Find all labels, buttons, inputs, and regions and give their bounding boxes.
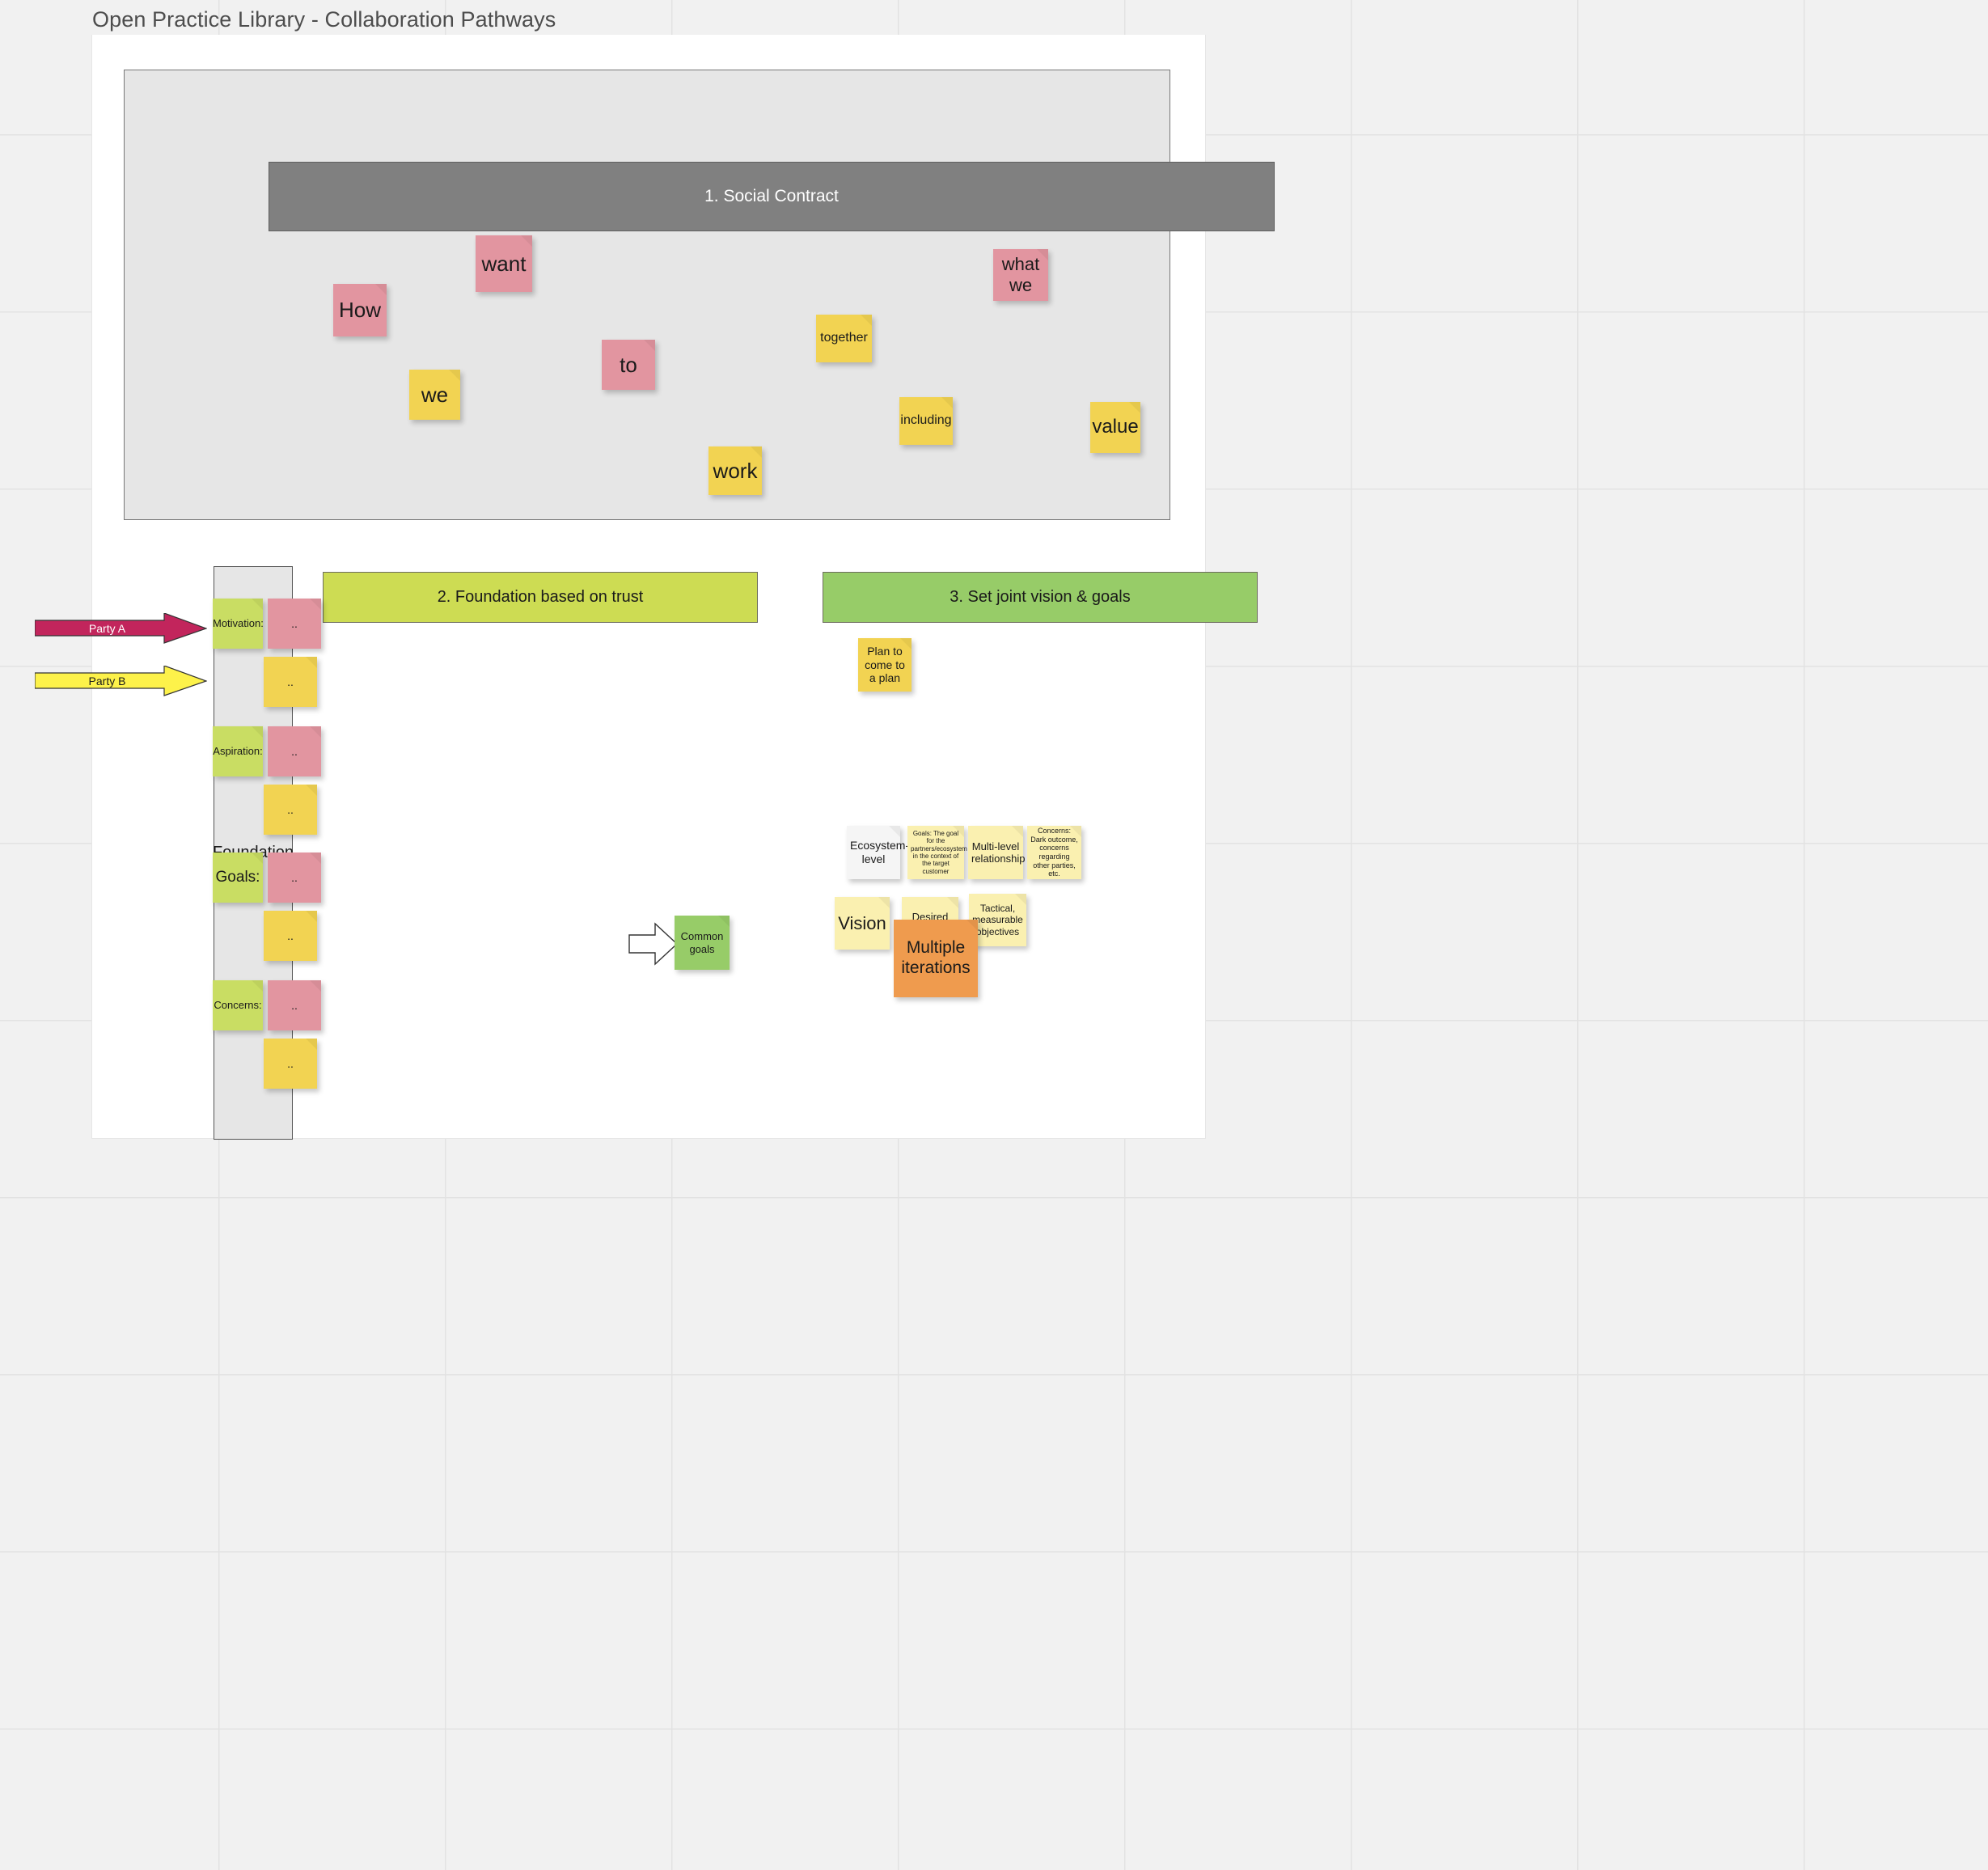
note-fold-corner-icon bbox=[306, 785, 317, 796]
page-title: Open Practice Library - Collaboration Pa… bbox=[92, 7, 556, 32]
foundation-party-b-note-2-text: .. bbox=[287, 929, 294, 942]
note-fold-corner-icon bbox=[861, 315, 872, 326]
social-contract-note-4-text: to bbox=[620, 352, 637, 377]
common-goals-note[interactable]: Common goals bbox=[675, 916, 730, 970]
foundation-party-a-note-3-text: .. bbox=[291, 998, 298, 1012]
note-fold-corner-icon bbox=[947, 897, 958, 908]
foundation-label-note-0[interactable]: Motivation: bbox=[213, 599, 264, 649]
social-contract-note-0-text: want bbox=[481, 251, 527, 276]
note-fold-corner-icon bbox=[306, 911, 317, 922]
social-contract-note-8[interactable]: work bbox=[708, 446, 762, 495]
foundation-party-a-note-2[interactable]: .. bbox=[268, 852, 321, 903]
social-contract-note-6[interactable]: including bbox=[899, 397, 953, 445]
section-1-social-contract-area: 1. Social Contract want How what we we to tog… bbox=[124, 70, 1275, 520]
plan-to-come-to-a-plan-note-text: Plan to come to a plan bbox=[865, 645, 905, 685]
note-fold-corner-icon bbox=[1129, 402, 1140, 413]
note-fold-corner-icon bbox=[1015, 894, 1026, 905]
ecosystem-cluster-note-2-text: Multi-level relationship bbox=[971, 840, 1026, 865]
note-fold-corner-icon bbox=[521, 235, 532, 247]
party-arrow-a[interactable]: Party A bbox=[35, 613, 207, 644]
foundation-party-b-note-1[interactable]: .. bbox=[264, 785, 317, 835]
note-fold-corner-icon bbox=[1070, 826, 1081, 837]
party-arrow-label: Party A bbox=[88, 622, 126, 635]
party-arrow-label: Party B bbox=[88, 675, 126, 688]
foundation-label-note-2-text: Goals: bbox=[215, 868, 260, 886]
note-fold-corner-icon bbox=[252, 726, 263, 738]
social-contract-note-1[interactable]: How bbox=[333, 284, 387, 336]
note-fold-corner-icon bbox=[252, 599, 263, 610]
multiple-iterations-note-text: Multiple iterations bbox=[901, 938, 971, 977]
social-contract-note-0[interactable]: want bbox=[476, 235, 532, 292]
note-fold-corner-icon bbox=[751, 446, 762, 458]
plan-to-come-to-a-plan-note[interactable]: Plan to come to a plan bbox=[858, 638, 912, 692]
foundation-label-note-2[interactable]: Goals: bbox=[213, 852, 263, 903]
ecosystem-cluster-note-0[interactable]: Ecosystem- level bbox=[847, 826, 910, 879]
note-fold-corner-icon bbox=[449, 370, 460, 381]
foundation-party-b-note-2[interactable]: .. bbox=[264, 911, 317, 961]
foundation-label-note-1[interactable]: Aspiration: bbox=[213, 726, 263, 776]
common-goals-note-text: Common goals bbox=[680, 930, 724, 955]
note-fold-corner-icon bbox=[252, 852, 263, 864]
note-fold-corner-icon bbox=[310, 980, 321, 992]
social-contract-note-1-text: How bbox=[338, 298, 381, 323]
social-contract-note-2[interactable]: what we bbox=[993, 249, 1048, 301]
vision-flow-note-2-text: Tactical, measurable objectives bbox=[972, 903, 1023, 937]
whiteboard-canvas[interactable]: 1. Social Contract want How what we we to tog… bbox=[35, 35, 1275, 1140]
social-contract-note-8-text: work bbox=[713, 458, 758, 483]
note-fold-corner-icon bbox=[310, 726, 321, 738]
party-arrow-b[interactable]: Party B bbox=[35, 666, 207, 696]
foundation-party-a-note-1-text: .. bbox=[291, 744, 298, 758]
social-contract-note-3-text: we bbox=[421, 382, 449, 407]
social-contract-note-3[interactable]: we bbox=[409, 370, 460, 420]
ecosystem-cluster-note-0-text: Ecosystem- level bbox=[850, 839, 910, 865]
note-fold-corner-icon bbox=[1037, 249, 1048, 260]
foundation-party-b-note-0[interactable]: .. bbox=[264, 657, 317, 707]
note-fold-corner-icon bbox=[718, 916, 730, 927]
note-fold-corner-icon bbox=[941, 397, 953, 408]
foundation-party-a-note-0-text: .. bbox=[291, 616, 298, 630]
note-fold-corner-icon bbox=[967, 920, 978, 931]
note-fold-corner-icon bbox=[953, 826, 964, 837]
note-fold-corner-icon bbox=[375, 284, 387, 295]
foundation-label-note-1-text: Aspiration: bbox=[213, 745, 263, 758]
ecosystem-cluster-note-2[interactable]: Multi-level relationship bbox=[968, 826, 1026, 879]
foundation-label-note-0-text: Motivation: bbox=[213, 617, 264, 630]
social-contract-note-7-text: value bbox=[1092, 416, 1139, 438]
foundation-party-b-note-1-text: .. bbox=[287, 802, 294, 816]
section-1-header[interactable]: 1. Social Contract bbox=[269, 162, 1275, 231]
note-fold-corner-icon bbox=[900, 638, 912, 649]
ecosystem-cluster-note-3[interactable]: Concerns: Dark outcome, concerns regardi… bbox=[1027, 826, 1081, 879]
foundation-label-note-3-text: Concerns: bbox=[214, 999, 262, 1012]
social-contract-note-7[interactable]: value bbox=[1090, 402, 1140, 453]
note-fold-corner-icon bbox=[644, 340, 655, 351]
section-2-header[interactable]: 2. Foundation based on trust bbox=[323, 572, 758, 623]
foundation-party-b-note-3-text: .. bbox=[287, 1056, 294, 1070]
note-fold-corner-icon bbox=[878, 897, 890, 908]
ecosystem-cluster-note-1[interactable]: Goals: The goal for the partners/ecosyst… bbox=[907, 826, 967, 879]
common-goals-block-arrow bbox=[628, 922, 679, 966]
foundation-party-b-note-0-text: .. bbox=[287, 675, 294, 688]
social-contract-note-4[interactable]: to bbox=[602, 340, 655, 390]
foundation-party-a-note-1[interactable]: .. bbox=[268, 726, 321, 776]
note-fold-corner-icon bbox=[252, 980, 263, 992]
foundation-party-b-note-3[interactable]: .. bbox=[264, 1039, 317, 1089]
note-fold-corner-icon bbox=[310, 852, 321, 864]
section-3-header[interactable]: 3. Set joint vision & goals bbox=[823, 572, 1258, 623]
vision-flow-note-0[interactable]: Vision bbox=[835, 897, 890, 950]
social-contract-note-5[interactable]: together bbox=[816, 315, 872, 362]
social-contract-note-5-text: together bbox=[820, 331, 868, 345]
foundation-party-a-note-0[interactable]: .. bbox=[268, 599, 321, 649]
note-fold-corner-icon bbox=[306, 657, 317, 668]
foundation-label-note-3[interactable]: Concerns: bbox=[213, 980, 263, 1030]
social-contract-note-6-text: including bbox=[900, 413, 952, 428]
note-fold-corner-icon bbox=[1012, 826, 1023, 837]
multiple-iterations-note[interactable]: Multiple iterations bbox=[894, 920, 978, 997]
foundation-party-a-note-2-text: .. bbox=[291, 870, 298, 884]
note-fold-corner-icon bbox=[889, 826, 900, 837]
foundation-party-a-note-3[interactable]: .. bbox=[268, 980, 321, 1030]
note-fold-corner-icon bbox=[310, 599, 321, 610]
vision-flow-note-0-text: Vision bbox=[838, 912, 886, 933]
note-fold-corner-icon bbox=[306, 1039, 317, 1050]
